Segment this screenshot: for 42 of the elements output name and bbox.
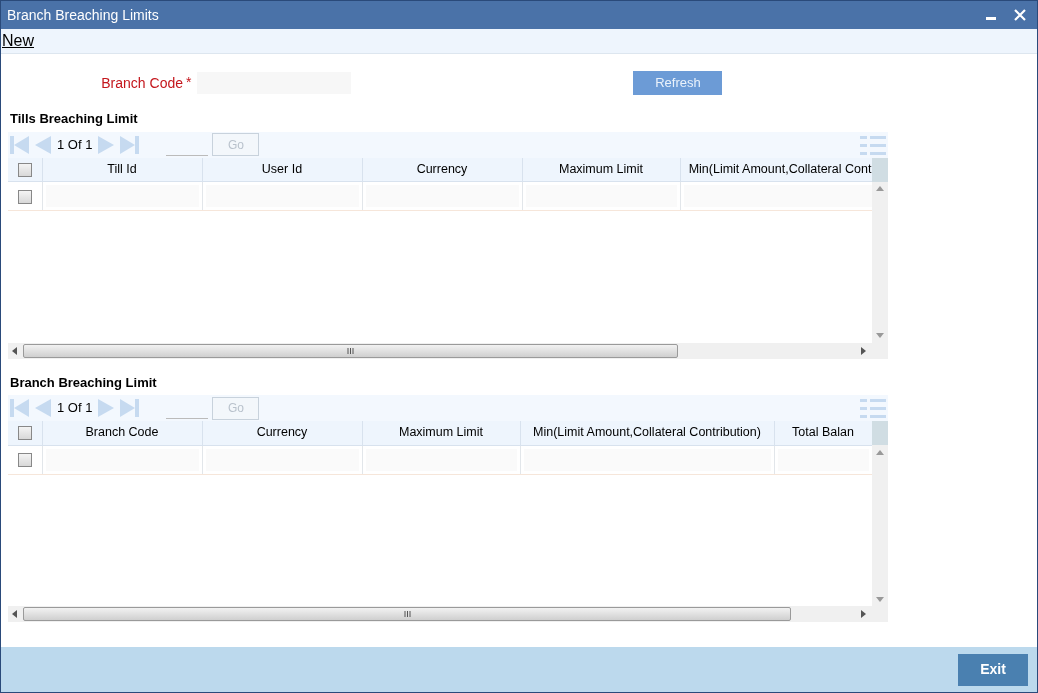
column-header[interactable]: User Id: [202, 157, 362, 182]
scroll-left-icon[interactable]: [12, 610, 17, 618]
first-page-icon[interactable]: [9, 397, 31, 419]
column-list-icon[interactable]: [860, 133, 886, 156]
column-header[interactable]: Currency: [202, 421, 362, 445]
exit-button[interactable]: Exit: [958, 653, 1028, 686]
column-header[interactable]: Maximum Limit: [522, 157, 680, 182]
first-page-icon[interactable]: [9, 133, 31, 156]
row-checkbox[interactable]: [17, 189, 32, 204]
section-title: Branch Breaching Limit: [10, 373, 158, 392]
close-icon[interactable]: [1013, 8, 1027, 22]
required-mark: *: [186, 73, 192, 92]
scroll-right-icon[interactable]: [861, 610, 866, 618]
scroll-up-icon[interactable]: [876, 449, 884, 455]
column-header[interactable]: Till Id: [42, 157, 202, 182]
section-title: Tills Breaching Limit: [10, 110, 139, 128]
scroll-left-icon[interactable]: [12, 346, 17, 355]
scrollbar-thumb[interactable]: [23, 343, 678, 358]
scrollbar-thumb[interactable]: [23, 607, 791, 621]
last-page-icon[interactable]: [118, 133, 141, 156]
field-label: Branch Code: [100, 73, 183, 93]
column-header[interactable]: Min(Limit Amount,Collateral Cont: [680, 157, 872, 182]
new-link[interactable]: New: [1, 29, 35, 53]
scroll-up-icon[interactable]: [876, 186, 884, 191]
column-header[interactable]: Maximum Limit: [362, 421, 520, 445]
page-indicator: 1 Of 1: [57, 399, 93, 418]
scroll-down-icon[interactable]: [876, 333, 884, 338]
scroll-down-icon[interactable]: [876, 596, 884, 602]
column-list-icon[interactable]: [860, 397, 886, 419]
window-title: Branch Breaching Limits: [7, 5, 160, 25]
select-all-checkbox[interactable]: [17, 162, 32, 177]
scroll-right-icon[interactable]: [861, 346, 866, 355]
row-checkbox[interactable]: [17, 453, 32, 468]
page-indicator: 1 Of 1: [57, 135, 93, 154]
column-header[interactable]: Branch Code: [42, 421, 202, 445]
last-page-icon[interactable]: [118, 397, 141, 419]
scrollbar-header: [872, 157, 888, 182]
scrollbar-header: [872, 421, 888, 445]
column-header[interactable]: Currency: [362, 157, 522, 182]
column-header[interactable]: Total Balan: [774, 421, 872, 445]
column-header[interactable]: Min(Limit Amount,Collateral Contribution): [520, 421, 774, 445]
select-all-checkbox[interactable]: [17, 426, 32, 441]
